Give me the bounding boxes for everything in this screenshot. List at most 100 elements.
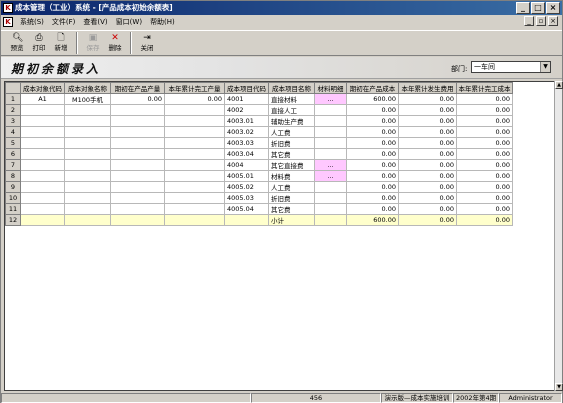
table-cell-item-code[interactable]: 4003.02 [224,126,269,138]
table-cell-init-qty[interactable] [110,181,165,193]
table-cell-year-cost[interactable]: 0.00 [398,214,457,226]
table-cell-done-qty[interactable] [164,126,225,138]
table-cell-obj-name[interactable] [64,148,111,160]
table-cell-detail[interactable]: ... [314,159,347,171]
table-row[interactable]: 1 A1 M100手机 0.00 0.00 4001 直接材料... 600.00 0.00 0.… [5,93,513,105]
column-header[interactable]: 期初在产品成本 [346,82,399,94]
table-cell-item-name[interactable]: 小计 [268,214,315,226]
table-cell-init-cost[interactable]: 0.00 [346,159,399,171]
table-cell-item-code[interactable]: 4003.01 [224,115,269,127]
table-cell-detail[interactable]: ... [314,93,347,105]
table-row[interactable]: 11 4005.04 其它费 0.00 0.00 0.00 [5,203,513,215]
chevron-down-icon[interactable]: ▼ [540,62,550,72]
table-cell-done-cost[interactable]: 0.00 [456,126,513,138]
table-cell-obj-code[interactable] [20,170,65,182]
table-cell-detail[interactable]: ... [314,170,347,182]
table-cell-item-name[interactable]: 辅助生产费 [268,115,315,127]
column-header[interactable]: 成本项目名称 [268,82,315,94]
table-cell-year-cost[interactable]: 0.00 [398,137,457,149]
doc-restore-icon[interactable]: ▫ [536,16,546,26]
table-cell-item-name[interactable]: 折旧费 [268,137,315,149]
table-cell-year-cost[interactable]: 0.00 [398,126,457,138]
table-cell-detail[interactable] [314,104,347,116]
table-cell-detail[interactable] [314,126,347,138]
table-cell-done-qty[interactable] [164,214,225,226]
table-cell-year-cost[interactable]: 0.00 [398,93,457,105]
table-cell-year-cost[interactable]: 0.00 [398,159,457,171]
table-cell-item-name[interactable]: 人工费 [268,181,315,193]
table-cell-item-code[interactable]: 4003.04 [224,148,269,160]
column-header[interactable]: 成本对象代码 [20,82,65,94]
close-button[interactable]: ⇥ 关闭 [137,31,157,55]
table-cell-init-cost[interactable]: 0.00 [346,170,399,182]
table-cell-init-qty[interactable] [110,170,165,182]
table-cell-obj-name[interactable]: M100手机 [64,93,111,105]
table-cell-year-cost[interactable]: 0.00 [398,115,457,127]
table-cell-init-qty[interactable] [110,126,165,138]
table-cell-item-name[interactable]: 直接人工 [268,104,315,116]
table-cell-item-code[interactable]: 4003.03 [224,137,269,149]
table-cell-init-cost[interactable]: 0.00 [346,104,399,116]
column-header[interactable]: 材料明细 [314,82,347,94]
table-cell-done-qty[interactable] [164,170,225,182]
table-cell-item-code[interactable]: 4005.01 [224,170,269,182]
table-row[interactable]: 5 4003.03 折旧费 0.00 0.00 0.00 [5,137,513,149]
table-cell-done-qty[interactable] [164,137,225,149]
table-cell-init-cost[interactable]: 0.00 [346,181,399,193]
table-row[interactable]: 4 4003.02 人工费 0.00 0.00 0.00 [5,126,513,138]
minimize-icon[interactable]: _ [516,2,530,14]
column-header[interactable]: 本年累计完工产量 [164,82,225,94]
table-cell-detail[interactable] [314,192,347,204]
table-cell-init-qty[interactable] [110,148,165,160]
table-cell-done-qty[interactable] [164,104,225,116]
table-cell-obj-name[interactable] [64,126,111,138]
dept-select[interactable]: 一车间 ▼ [471,61,551,73]
table-cell-year-cost[interactable]: 0.00 [398,148,457,160]
table-cell-done-qty[interactable]: 0.00 [164,93,225,105]
maximize-icon[interactable]: □ [531,2,545,14]
table-cell-detail[interactable] [314,137,347,149]
table-cell-detail[interactable] [314,214,347,226]
table-cell-item-code[interactable]: 4002 [224,104,269,116]
table-cell-year-cost[interactable]: 0.00 [398,181,457,193]
table-cell-detail[interactable] [314,148,347,160]
table-cell-item-name[interactable]: 其它费 [268,148,315,160]
table-row[interactable]: 7 4004 其它直接费... 0.00 0.00 0.00 [5,159,513,171]
table-cell-item-code[interactable] [224,214,269,226]
table-cell-done-qty[interactable] [164,148,225,160]
table-cell-init-qty[interactable] [110,115,165,127]
table-cell-done-cost[interactable]: 0.00 [456,203,513,215]
title-bar[interactable]: K 成本管理（工业）系统 - [产品成本初始余额表] _ □ × [1,1,562,15]
menu-help[interactable]: 帮助(H) [149,15,176,29]
table-cell-init-qty[interactable] [110,159,165,171]
table-cell-obj-code[interactable] [20,181,65,193]
table-cell-item-name[interactable]: 折旧费 [268,192,315,204]
table-cell-obj-code[interactable] [20,126,65,138]
column-header[interactable]: 成本对象名称 [64,82,111,94]
table-cell-done-cost[interactable]: 0.00 [456,214,513,226]
table-cell-done-qty[interactable] [164,159,225,171]
table-row[interactable]: 9 4005.02 人工费 0.00 0.00 0.00 [5,181,513,193]
table-cell-obj-name[interactable] [64,192,111,204]
table-cell-year-cost[interactable]: 0.00 [398,170,457,182]
table-cell-init-cost[interactable]: 600.00 [346,214,399,226]
table-cell-done-qty[interactable] [164,115,225,127]
table-cell-item-code[interactable]: 4001 [224,93,269,105]
close-window-icon[interactable]: × [546,2,560,14]
column-header[interactable]: 本年累计完工成本 [456,82,513,94]
doc-minimize-icon[interactable]: _ [524,16,534,26]
table-cell-obj-code[interactable]: A1 [20,93,65,105]
table-cell-init-qty[interactable] [110,192,165,204]
table-cell-detail[interactable] [314,115,347,127]
table-cell-item-name[interactable]: 直接材料 [268,93,315,105]
table-cell-done-cost[interactable]: 0.00 [456,137,513,149]
menu-file[interactable]: 文件(F) [51,15,77,29]
table-cell-obj-name[interactable] [64,159,111,171]
table-cell-item-code[interactable]: 4005.03 [224,192,269,204]
table-cell-obj-code[interactable] [20,137,65,149]
table-cell-obj-name[interactable] [64,104,111,116]
table-cell-obj-name[interactable] [64,203,111,215]
delete-button[interactable]: ✕ 删除 [105,31,125,55]
new-button[interactable]: 🗋︎ 新增 [51,31,71,55]
table-cell-obj-name[interactable] [64,137,111,149]
